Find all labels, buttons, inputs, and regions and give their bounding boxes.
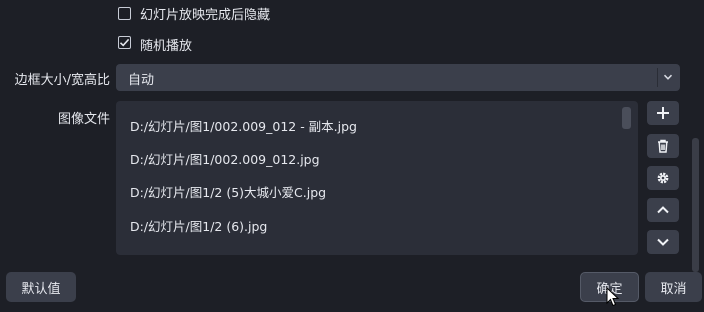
chevron-down-icon <box>663 74 673 80</box>
page-scrollbar[interactable] <box>692 138 699 272</box>
image-files-label: 图像文件 <box>57 112 110 127</box>
trash-icon <box>658 139 668 153</box>
mouse-cursor-icon <box>606 287 620 307</box>
image-files-list[interactable]: D:/幻灯片/图1/002.009_012 - 副本.jpg D:/幻灯片/图1… <box>116 101 638 255</box>
hide-after-slideshow-checkbox[interactable] <box>118 7 131 20</box>
checkmark-icon <box>119 38 130 47</box>
remove-file-button[interactable] <box>647 134 679 158</box>
add-file-button[interactable] <box>647 101 679 125</box>
gear-icon <box>657 172 669 184</box>
defaults-button[interactable]: 默认值 <box>6 272 76 302</box>
hide-after-slideshow-label: 幻灯片放映完成后隐藏 <box>140 8 271 23</box>
bounding-size-select[interactable]: 自动 <box>116 64 680 91</box>
bounding-size-label: 边框大小/宽高比 <box>14 73 110 88</box>
select-divider <box>657 68 658 87</box>
list-scrollbar[interactable] <box>622 107 631 129</box>
list-item[interactable]: D:/幻灯片/图1/2 (5)大城小爱C.jpg <box>130 182 326 201</box>
list-item[interactable]: D:/幻灯片/图1/2 (6).jpg <box>130 216 267 235</box>
cancel-button[interactable]: 取消 <box>645 272 702 302</box>
move-up-button[interactable] <box>647 198 679 222</box>
bounding-size-value: 自动 <box>128 73 155 88</box>
list-item[interactable]: D:/幻灯片/图1/002.009_012.jpg <box>130 149 320 168</box>
list-item[interactable]: D:/幻灯片/图1/002.009_012 - 副本.jpg <box>130 116 357 135</box>
random-play-label: 随机播放 <box>140 39 193 54</box>
file-settings-button[interactable] <box>647 166 679 190</box>
chevron-up-icon <box>657 206 669 214</box>
random-play-checkbox[interactable] <box>118 36 131 49</box>
plus-icon <box>657 107 669 119</box>
chevron-down-icon <box>657 238 669 246</box>
move-down-button[interactable] <box>647 230 679 254</box>
